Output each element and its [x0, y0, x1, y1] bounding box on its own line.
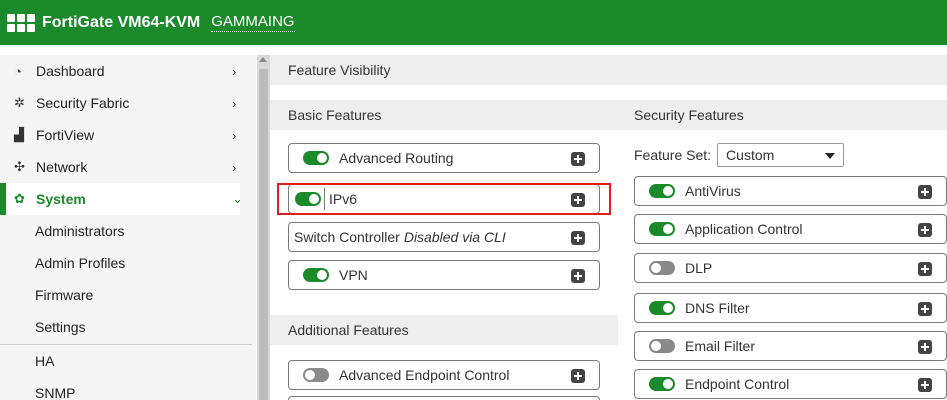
- feature-endpoint-control[interactable]: Endpoint Control: [634, 369, 947, 399]
- sidebar: ◔ Dashboard › ✲ Security Fabric › ▟ Fort…: [0, 55, 256, 400]
- toggle-advanced-routing[interactable]: [303, 151, 329, 165]
- toggle-endpoint-control[interactable]: [649, 377, 675, 391]
- sidebar-item-security-fabric[interactable]: ✲ Security Fabric ›: [0, 87, 240, 119]
- feature-advanced-endpoint-control[interactable]: Advanced Endpoint Control: [288, 360, 600, 390]
- feature-set-label: Feature Set:: [634, 147, 712, 163]
- fortinet-logo-icon: [7, 13, 35, 32]
- plus-icon[interactable]: [571, 269, 585, 283]
- plus-icon[interactable]: [918, 302, 932, 316]
- toggle-advanced-endpoint-control[interactable]: [303, 368, 329, 382]
- feature-label: Endpoint Control: [685, 376, 790, 392]
- sidebar-item-network[interactable]: ✣ Network ›: [0, 151, 240, 183]
- sidebar-item-system[interactable]: ✿ System ⌄: [0, 183, 243, 215]
- feature-advanced-routing[interactable]: Advanced Routing: [288, 143, 600, 173]
- additional-features-heading: Additional Features: [270, 315, 618, 345]
- sidebar-subitem-administrators[interactable]: Administrators: [0, 215, 252, 247]
- hostname-link[interactable]: GAMMAING: [211, 13, 295, 32]
- chevron-down-icon: ⌄: [232, 191, 243, 206]
- feature-set-row: Feature Set: Custom: [634, 143, 845, 167]
- gear-icon: ✿: [14, 191, 25, 206]
- plus-icon[interactable]: [918, 185, 932, 199]
- feature-ipv6[interactable]: IPv6: [288, 184, 600, 214]
- feature-set-select[interactable]: Custom: [717, 143, 845, 167]
- feature-box-partial: [288, 396, 600, 400]
- feature-label: IPv6: [329, 191, 358, 207]
- scrollbar-thumb[interactable]: [259, 69, 268, 400]
- security-features-heading: Security Features: [618, 100, 947, 130]
- feature-dns-filter[interactable]: DNS Filter: [634, 293, 947, 323]
- sidebar-item-label: FortiView: [36, 127, 95, 143]
- toggle-antivirus[interactable]: [649, 184, 675, 198]
- toggle-dns-filter[interactable]: [649, 301, 675, 315]
- sidebar-item-label: Dashboard: [36, 63, 105, 79]
- plus-icon[interactable]: [918, 262, 932, 276]
- toggle-vpn[interactable]: [303, 268, 329, 282]
- top-bar: FortiGate VM64-KVM GAMMAING: [0, 0, 947, 45]
- feature-label: Advanced Routing: [339, 150, 454, 166]
- feature-dlp[interactable]: DLP: [634, 253, 947, 283]
- feature-label: Email Filter: [685, 338, 756, 354]
- feature-vpn[interactable]: VPN: [288, 260, 600, 290]
- feature-set-value: Custom: [726, 147, 775, 163]
- feature-label: Advanced Endpoint Control: [339, 367, 510, 383]
- feature-label: Application Control: [685, 221, 803, 237]
- feature-label: DNS Filter: [685, 300, 750, 316]
- sidebar-subitem-snmp[interactable]: SNMP: [0, 377, 252, 400]
- plus-icon[interactable]: [918, 340, 932, 354]
- chevron-right-icon: ›: [232, 127, 237, 143]
- network-icon: ✣: [14, 159, 25, 174]
- sidebar-scrollbar[interactable]: [257, 55, 270, 400]
- plus-icon[interactable]: [918, 223, 932, 237]
- device-name: FortiGate VM64-KVM: [42, 13, 201, 31]
- toggle-ipv6[interactable]: [295, 192, 321, 206]
- feature-application-control[interactable]: Application Control: [634, 214, 947, 244]
- basic-features-heading: Basic Features: [270, 100, 618, 130]
- security-fabric-icon: ✲: [14, 95, 25, 110]
- sidebar-item-fortiview[interactable]: ▟ FortiView ›: [0, 119, 240, 151]
- feature-status-note: Disabled via CLI: [403, 229, 506, 245]
- feature-email-filter[interactable]: Email Filter: [634, 331, 947, 361]
- sidebar-item-label: System: [36, 191, 86, 207]
- feature-label: VPN: [339, 267, 368, 283]
- plus-icon[interactable]: [571, 193, 585, 207]
- feature-label: AntiVirus: [685, 183, 741, 199]
- toggle-application-control[interactable]: [649, 222, 675, 236]
- sidebar-item-label: Security Fabric: [36, 95, 130, 111]
- chevron-down-icon: [825, 153, 836, 159]
- dashboard-icon: ◔: [14, 63, 22, 79]
- plus-icon[interactable]: [918, 378, 932, 392]
- fortiview-icon: ▟: [14, 127, 24, 142]
- page-title: Feature Visibility: [270, 55, 947, 85]
- toggle-dlp[interactable]: [649, 261, 675, 275]
- feature-label: Switch Controller: [294, 229, 400, 245]
- sidebar-subitem-ha[interactable]: HA: [0, 345, 252, 377]
- sidebar-item-label: Network: [36, 159, 88, 175]
- feature-antivirus[interactable]: AntiVirus: [634, 176, 947, 206]
- toggle-separator: [324, 188, 325, 210]
- chevron-right-icon: ›: [232, 63, 237, 79]
- scroll-up-icon[interactable]: [259, 57, 267, 62]
- toggle-email-filter[interactable]: [649, 339, 675, 353]
- sidebar-item-dashboard[interactable]: ◔ Dashboard ›: [0, 55, 240, 87]
- sidebar-subitem-admin-profiles[interactable]: Admin Profiles: [0, 247, 252, 279]
- sidebar-subitem-firmware[interactable]: Firmware: [0, 279, 252, 311]
- feature-label: DLP: [685, 260, 713, 276]
- active-indicator: [0, 183, 6, 215]
- plus-icon[interactable]: [571, 152, 585, 166]
- chevron-right-icon: ›: [232, 95, 237, 111]
- chevron-right-icon: ›: [232, 159, 237, 175]
- plus-icon[interactable]: [571, 369, 585, 383]
- sidebar-subitem-settings[interactable]: Settings: [0, 311, 252, 343]
- feature-switch-controller[interactable]: Switch Controller Disabled via CLI: [288, 222, 600, 252]
- plus-icon[interactable]: [571, 231, 585, 245]
